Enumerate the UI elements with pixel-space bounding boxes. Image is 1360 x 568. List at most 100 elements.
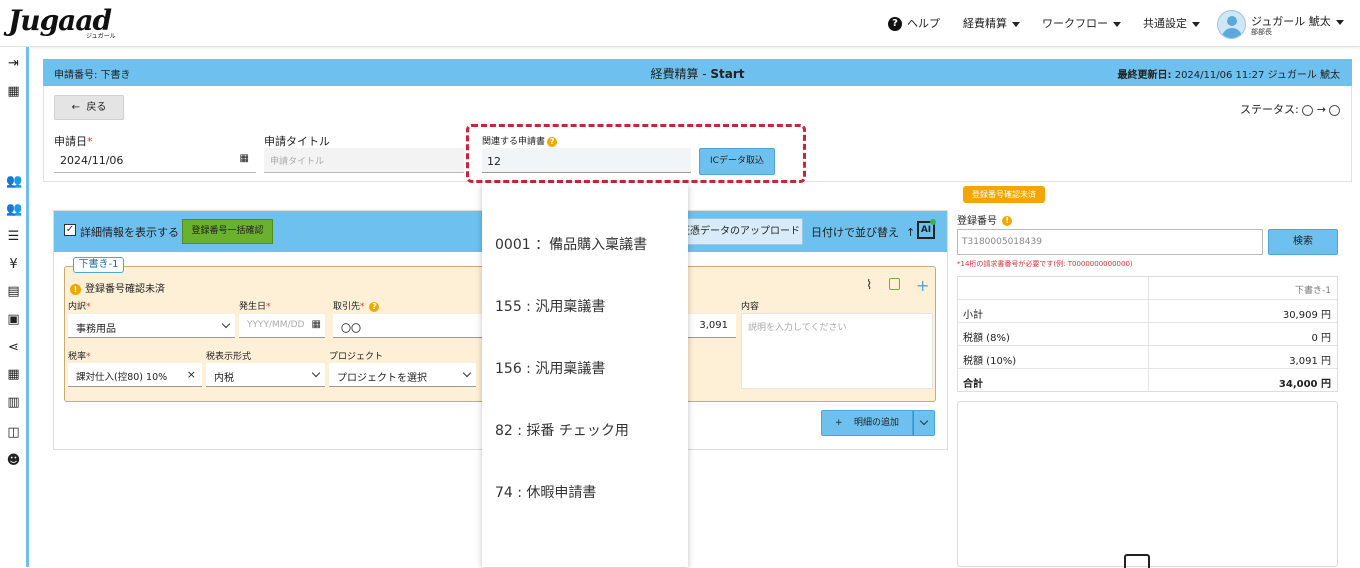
users-group-icon[interactable]: 👥: [6, 202, 22, 217]
show-details-checkbox[interactable]: ✓: [64, 224, 76, 236]
plus-icon: +: [834, 418, 843, 428]
nav-workflow-label: ワークフロー: [1042, 17, 1108, 30]
dropdown-option[interactable]: 74 : 休暇申請書: [495, 482, 596, 502]
summary-row-value: 0 円: [1311, 333, 1331, 344]
calendar-icon[interactable]: ▦: [240, 153, 249, 164]
warning-icon: !: [70, 283, 81, 295]
show-details-label: 詳細情報を表示する: [80, 226, 179, 239]
chevron-down-icon: [221, 319, 231, 329]
summary-row: 小計 30,909 円: [958, 299, 1337, 322]
user-role: 部部長: [1251, 28, 1272, 36]
required-mark: *: [86, 352, 91, 362]
nav-workflow[interactable]: ワークフロー: [1042, 15, 1121, 31]
nav-expense[interactable]: 経費精算: [963, 15, 1020, 31]
back-button-label: 戻る: [86, 102, 107, 113]
help-icon: ?: [888, 17, 902, 31]
add-line-item-label: 明細の追加: [853, 418, 899, 428]
chevron-down-icon: [1113, 21, 1121, 27]
registration-number-input[interactable]: T3180005018439: [957, 229, 1263, 255]
bulk-registration-check-button[interactable]: 登録番号一括確認: [182, 219, 273, 244]
category-select[interactable]: 事務用品: [68, 314, 235, 338]
receipt-preview-area[interactable]: [957, 401, 1338, 568]
add-line-item-button[interactable]: + 明細の追加: [821, 410, 913, 436]
last-updated-value: 2024/11/06 11:27 ジュガール 鯱太: [1174, 70, 1340, 81]
status-circle-icon: [1302, 104, 1314, 116]
category-label-text: 内訳: [68, 302, 87, 312]
list-icon[interactable]: ☰: [6, 229, 21, 244]
question-icon[interactable]: ?: [369, 301, 380, 312]
collapse-icon[interactable]: ⇥: [6, 56, 21, 71]
occurrence-date-field[interactable]: YYYY/MM/DD ▦: [239, 314, 325, 338]
registration-hint: *14桁の請求書番号が必要です(例: T0000000000000): [957, 260, 1133, 268]
registration-number-value: T3180005018439: [962, 237, 1042, 247]
dropdown-option[interactable]: 156 : 汎用稟議書: [495, 358, 605, 378]
content-textarea[interactable]: 説明を入力してください: [741, 313, 933, 389]
book-stack-icon[interactable]: ▥: [6, 395, 21, 410]
nav-common-settings-label: 共通設定: [1143, 17, 1187, 30]
summary-row-label: 税額 (8%): [963, 333, 1010, 344]
nav-common-settings[interactable]: 共通設定: [1143, 15, 1200, 31]
copy-icon[interactable]: [889, 278, 900, 290]
required-mark: *: [266, 302, 271, 312]
application-date-value: 2024/11/06: [60, 154, 124, 167]
summary-total-value: 34,000 円: [1278, 379, 1331, 390]
application-title-field[interactable]: 申請タイトル: [264, 148, 464, 173]
calendar-icon[interactable]: ▦: [312, 319, 321, 330]
occurrence-date-label-text: 発生日: [239, 302, 267, 312]
left-sidebar: [0, 47, 27, 567]
tax-display-label: 税表示形式: [206, 352, 252, 362]
back-button[interactable]: ← 戻る: [54, 95, 124, 120]
support-icon[interactable]: ☻: [6, 453, 21, 468]
status-circle-icon: [1329, 104, 1341, 116]
avatar[interactable]: [1217, 10, 1246, 39]
receipt-icon[interactable]: ▣: [6, 312, 21, 327]
tax-rate-value: 課対仕入(控80) 10%: [76, 372, 168, 383]
add-line-item-dropdown[interactable]: [913, 410, 935, 436]
building-icon[interactable]: ▦: [6, 84, 21, 99]
required-mark: *: [86, 302, 91, 312]
content-label: 内容: [741, 302, 760, 312]
help-label: ヘルプ: [907, 17, 940, 30]
vendor-label-text: 取引先: [333, 302, 361, 312]
tax-rate-select[interactable]: 課対仕入(控80) 10% ×: [68, 363, 202, 387]
application-date-label: 申請日*: [54, 133, 93, 149]
dropdown-option[interactable]: 155 : 汎用稟議書: [495, 296, 605, 316]
application-title-placeholder: 申請タイトル: [270, 157, 325, 167]
dropdown-option[interactable]: 82 : 採番 チェック用: [495, 420, 629, 440]
chevron-down-icon: [1335, 19, 1344, 25]
tax-rate-label-text: 税率: [68, 352, 87, 362]
application-date-field[interactable]: 2024/11/06 ▦: [54, 148, 256, 173]
arrow-left-icon: ←: [71, 102, 81, 113]
help-menu[interactable]: ? ヘルプ: [888, 15, 940, 31]
table-icon[interactable]: ▦: [6, 367, 21, 382]
amount-field[interactable]: 3,091: [688, 314, 736, 338]
required-mark: *: [360, 302, 365, 312]
yen-icon[interactable]: ¥: [6, 257, 21, 272]
page-title-step: Start: [710, 67, 745, 81]
open-book-icon[interactable]: ◫: [6, 425, 21, 440]
paperclip-icon[interactable]: ⌇: [866, 278, 872, 293]
vendor-field[interactable]: 〇〇: [333, 314, 482, 338]
tax-display-select[interactable]: 内税: [206, 363, 325, 387]
top-navigation-bar: Jugaad ジュガール ? ヘルプ 経費精算 ワークフロー 共通設定 ジュガール…: [0, 0, 1360, 47]
content-placeholder: 説明を入力してください: [748, 323, 847, 333]
dropdown-option[interactable]: 0001 ：備品購入稟議書: [495, 234, 647, 254]
category-value: 事務用品: [76, 324, 116, 335]
tax-rate-label: 税率*: [68, 349, 91, 362]
plus-icon[interactable]: +: [916, 276, 929, 295]
related-application-dropdown: 0001 ：備品購入稟議書 155 : 汎用稟議書 156 : 汎用稟議書 82…: [482, 183, 688, 567]
users-icon[interactable]: 👥: [6, 174, 22, 189]
clear-icon[interactable]: ×: [187, 368, 196, 381]
summary-total-row: 合計 34,000 円: [958, 368, 1337, 391]
document-icon[interactable]: ▤: [6, 284, 21, 299]
sort-by-date[interactable]: 日付けで並び替え ↑: [811, 224, 915, 240]
evidence-upload-button[interactable]: 証憑データのアップロード: [677, 218, 803, 245]
search-button[interactable]: 検索: [1268, 229, 1338, 255]
status-label: ステータス:: [1240, 103, 1299, 116]
required-mark: *: [87, 135, 93, 148]
share-icon[interactable]: ⋖: [6, 340, 21, 355]
project-label: プロジェクト: [329, 352, 384, 362]
project-select[interactable]: プロジェクトを選択: [329, 363, 476, 387]
occurrence-date-label: 発生日*: [239, 299, 271, 312]
amount-value: 3,091: [699, 320, 728, 331]
